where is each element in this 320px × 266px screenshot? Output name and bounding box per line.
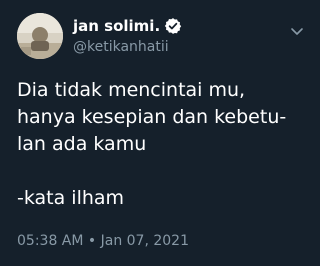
display-name[interactable]: jan solimi. bbox=[73, 17, 160, 35]
author-handle[interactable]: @ketikanhatii bbox=[73, 39, 169, 55]
tweet-text: Dia tidak mencintai mu, hanya kesepian d… bbox=[17, 77, 313, 212]
verified-badge-icon bbox=[164, 17, 182, 35]
tweet-text-line: -kata ilham bbox=[17, 187, 125, 209]
avatar[interactable] bbox=[17, 13, 63, 59]
tweet-timestamp[interactable]: 05:38 AM • Jan 07, 2021 bbox=[17, 233, 189, 249]
tweet-card: jan solimi. @ketikanhatii Dia tidak menc… bbox=[0, 0, 320, 266]
tweet-text-line: lan ada kamu bbox=[17, 133, 147, 155]
chevron-down-icon[interactable] bbox=[289, 22, 305, 35]
tweet-text-line: hanya kesepian dan kebetu- bbox=[17, 106, 287, 128]
tweet-text-line: Dia tidak mencintai mu, bbox=[17, 79, 246, 101]
author-name-row: jan solimi. bbox=[73, 15, 182, 37]
avatar-image bbox=[17, 13, 63, 59]
